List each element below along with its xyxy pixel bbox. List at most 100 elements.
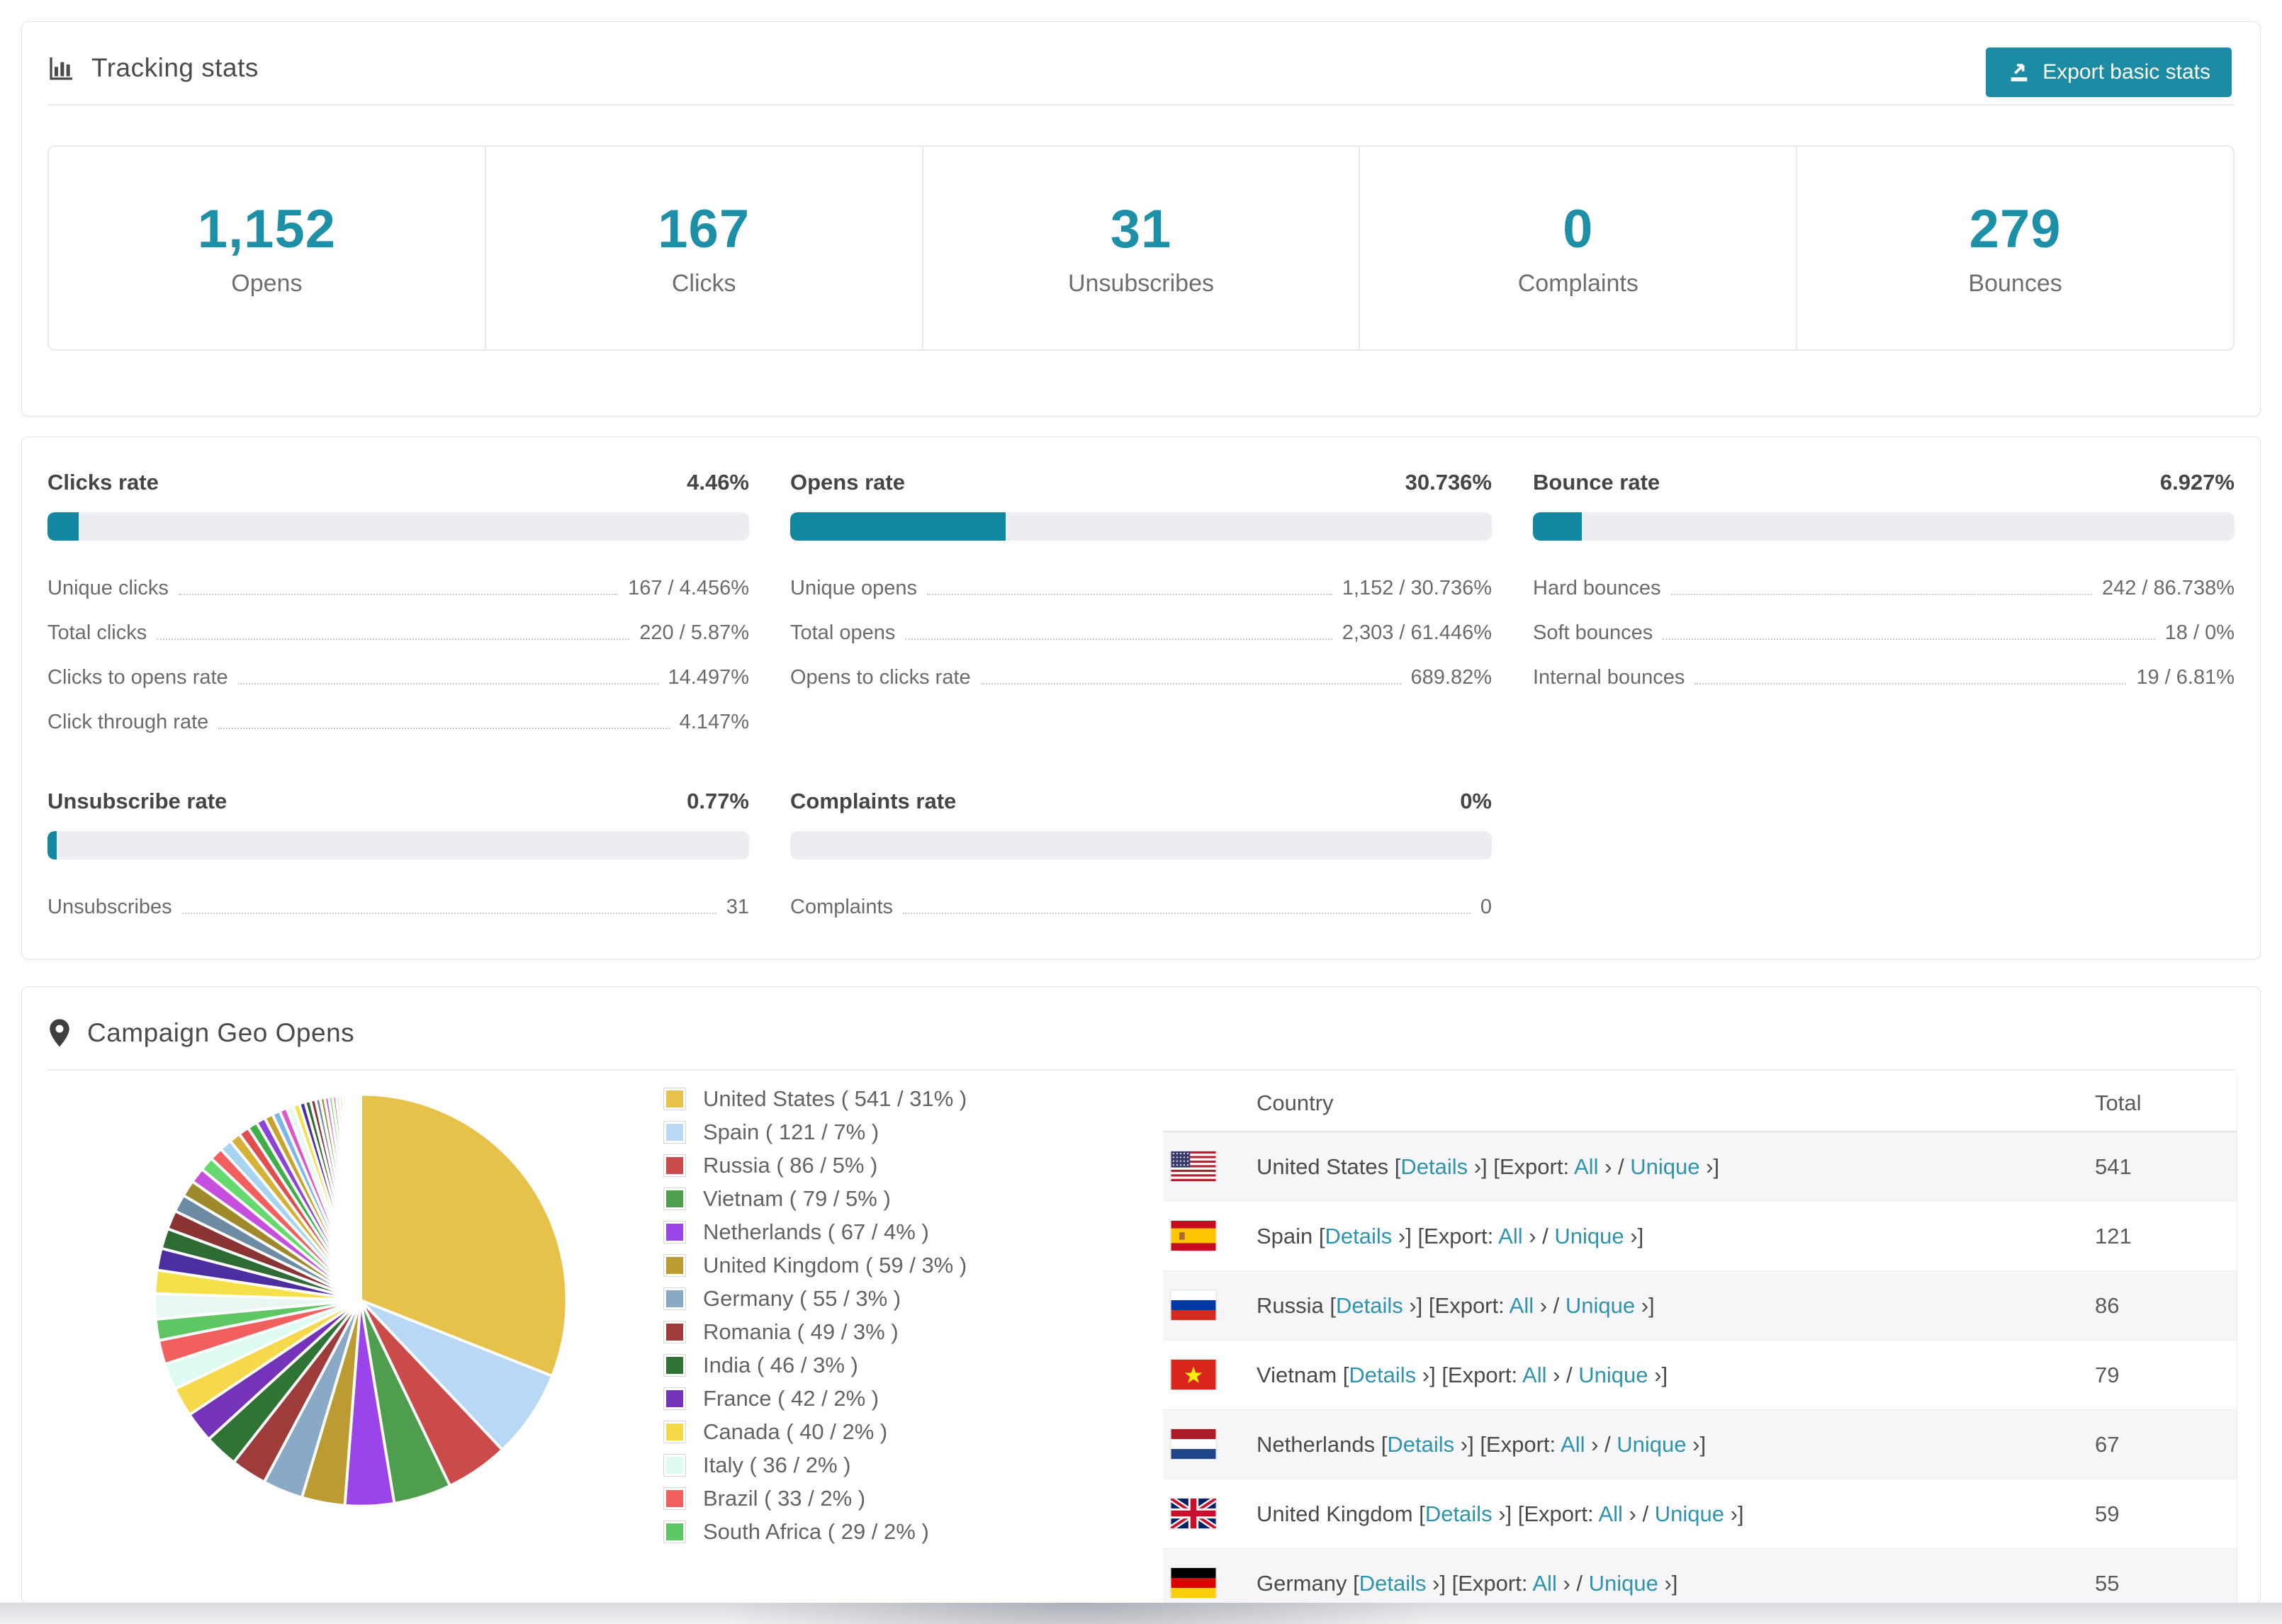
rate-block-clicks: Clicks rate 4.46% Unique clicks 167 / 4.456… [47, 470, 749, 745]
export-unique-link[interactable]: Unique [1589, 1571, 1658, 1596]
total-cell: 121 [2095, 1223, 2132, 1248]
chevron-icon: ›] [1724, 1501, 1744, 1526]
details-link[interactable]: Details [1336, 1293, 1403, 1318]
nl-flag-icon [1170, 1428, 1218, 1461]
country-cell: Vietnam [Details ›] [Export: All › / Uni… [1163, 1358, 2095, 1392]
legend-color-swatch [663, 1254, 686, 1277]
chevron-icon: ›] [1635, 1292, 1655, 1318]
legend-color-swatch [663, 1121, 686, 1144]
rate-stat-value: 18 / 0% [2164, 621, 2235, 644]
legend-label: Vietnam ( 79 / 5% ) [703, 1186, 891, 1211]
rate-stat-label: Soft bounces [1533, 621, 1653, 644]
stat-cell: 31 Unsubscribes [921, 147, 1359, 349]
legend-color-swatch [663, 1088, 686, 1110]
legend-label: United Kingdom ( 59 / 3% ) [703, 1253, 967, 1278]
rate-stat-row: Unsubscribes 31 [47, 885, 749, 930]
details-link[interactable]: Details [1349, 1363, 1416, 1387]
legend-item: Brazil ( 33 / 2% ) [663, 1486, 967, 1511]
rate-stat-row: Total opens 2,303 / 61.446% [790, 611, 1492, 655]
total-cell: 86 [2095, 1292, 2120, 1318]
table-row: Vietnam [Details ›] [Export: All › / Uni… [1163, 1340, 2237, 1409]
geo-pie-legend: United States ( 541 / 31% ) Spain ( 121 /… [663, 1086, 967, 1552]
country-links: Germany [Details ›] [Export: All › / Uni… [1257, 1571, 1677, 1596]
dotted-leader [157, 638, 630, 640]
rate-stat-label: Total clicks [47, 621, 147, 644]
export-unique-link[interactable]: Unique [1578, 1363, 1648, 1387]
stat-value: 279 [1969, 199, 2062, 259]
export-unique-link[interactable]: Unique [1655, 1501, 1724, 1526]
rate-stat-row: Opens to clicks rate 689.82% [790, 655, 1492, 700]
rate-title: Complaints rate [790, 789, 957, 813]
legend-item: Germany ( 55 / 3% ) [663, 1286, 967, 1312]
legend-label: Brazil ( 33 / 2% ) [703, 1486, 866, 1511]
legend-color-swatch [663, 1521, 686, 1543]
total-cell: 59 [2095, 1501, 2120, 1526]
tracking-stats-card: Tracking stats Export basic stats 1,152 O… [21, 21, 2261, 417]
details-link[interactable]: Details [1325, 1224, 1393, 1248]
export-unique-link[interactable]: Unique [1566, 1293, 1635, 1318]
legend-item: Vietnam ( 79 / 5% ) [663, 1186, 967, 1212]
rate-stat-label: Complaints [790, 896, 894, 918]
legend-label: Canada ( 40 / 2% ) [703, 1419, 888, 1444]
dotted-leader [1670, 594, 2092, 595]
details-link[interactable]: Details [1387, 1432, 1454, 1457]
bar-chart-icon [47, 54, 76, 82]
progress-bar-track [790, 831, 1492, 859]
campaign-geo-opens-card: Campaign Geo Opens United States ( 541 /… [21, 986, 2261, 1604]
country-name: Germany [ [1257, 1570, 1359, 1596]
rate-stat-row: Unique clicks 167 / 4.456% [47, 566, 749, 611]
dotted-leader [980, 683, 1401, 684]
progress-bar-track [47, 512, 749, 541]
legend-label: Russia ( 86 / 5% ) [703, 1153, 878, 1178]
legend-color-swatch [663, 1154, 686, 1177]
details-link[interactable]: Details [1400, 1154, 1468, 1179]
rate-stat-label: Internal bounces [1533, 666, 1685, 689]
rate-stat-value: 19 / 6.81% [2136, 666, 2235, 689]
details-link[interactable]: Details [1359, 1571, 1427, 1596]
legend-label: Spain ( 121 / 7% ) [703, 1120, 879, 1144]
legend-label: Netherlands ( 67 / 4% ) [703, 1219, 929, 1244]
export-all-link[interactable]: All [1574, 1154, 1598, 1179]
dotted-leader [178, 594, 619, 595]
rate-stat-row: Hard bounces 242 / 86.738% [1533, 566, 2235, 611]
stat-cell: 279 Bounces [1796, 147, 2233, 349]
export-all-link[interactable]: All [1561, 1432, 1585, 1457]
rate-head: Clicks rate 4.46% [47, 470, 749, 495]
table-row: Russia [Details ›] [Export: All › / Uniq… [1163, 1270, 2237, 1340]
export-basic-stats-button[interactable]: Export basic stats [1986, 47, 2232, 97]
page-title: Tracking stats [91, 53, 259, 82]
chevron-icon: ›] [1658, 1570, 1678, 1596]
legend-item: Romania ( 49 / 3% ) [663, 1319, 967, 1345]
column-header-country: Country [1257, 1090, 1334, 1115]
stat-cell: 167 Clicks [484, 147, 922, 349]
export-unique-link[interactable]: Unique [1617, 1432, 1686, 1457]
country-links: Spain [Details ›] [Export: All › / Uniqu… [1257, 1224, 1643, 1249]
geo-header: Campaign Geo Opens [47, 987, 2235, 1071]
de-flag-icon [1170, 1567, 1218, 1600]
export-all-link[interactable]: All [1532, 1571, 1556, 1596]
rate-title: Clicks rate [47, 470, 159, 495]
country-cell: Germany [Details ›] [Export: All › / Uni… [1163, 1567, 2095, 1600]
export-all-link[interactable]: All [1510, 1293, 1534, 1318]
rate-stat-value: 220 / 5.87% [639, 621, 749, 644]
export-all-link[interactable]: All [1598, 1501, 1622, 1526]
chevron-icon: ›] [Export: [1454, 1431, 1561, 1457]
export-all-link[interactable]: All [1498, 1224, 1522, 1248]
table-row: United States [Details ›] [Export: All ›… [1163, 1132, 2237, 1201]
details-link[interactable]: Details [1425, 1501, 1493, 1526]
dotted-leader [1663, 638, 2155, 640]
legend-label: Romania ( 49 / 3% ) [703, 1319, 899, 1344]
stat-cell: 1,152 Opens [49, 147, 485, 349]
vn-flag-icon [1170, 1358, 1218, 1392]
rate-rows: Complaints 0 [790, 885, 1492, 930]
country-links: Russia [Details ›] [Export: All › / Uniq… [1257, 1293, 1655, 1319]
table-row: United Kingdom [Details ›] [Export: All … [1163, 1479, 2237, 1548]
export-unique-link[interactable]: Unique [1630, 1154, 1699, 1179]
pie-slice [357, 1093, 362, 1302]
stat-value: 167 [658, 199, 751, 259]
export-unique-link[interactable]: Unique [1554, 1224, 1624, 1248]
rate-stat-value: 1,152 / 30.736% [1342, 577, 1492, 599]
legend-item: United Kingdom ( 59 / 3% ) [663, 1253, 967, 1278]
stat-cell: 0 Complaints [1359, 147, 1796, 349]
export-all-link[interactable]: All [1522, 1363, 1546, 1387]
